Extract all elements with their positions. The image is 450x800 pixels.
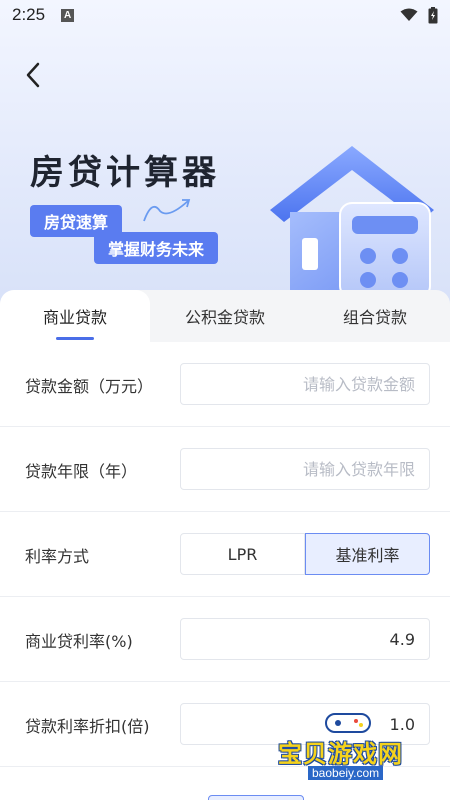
house-calculator-illustration	[270, 146, 434, 298]
rate-option-lpr[interactable]: LPR	[180, 533, 305, 575]
tab-housing-fund-loan[interactable]: 公积金贷款	[150, 290, 300, 342]
loan-type-tabs: 商业贷款 公积金贷款 组合贷款	[0, 290, 450, 342]
battery-icon	[428, 6, 438, 23]
rate-mode-row: 利率方式 LPR 基准利率	[0, 512, 450, 597]
loan-amount-row: 贷款金额（万元）	[0, 342, 450, 427]
tab-combined-loan[interactable]: 组合贷款	[300, 290, 450, 342]
rate-discount-label: 贷款利率折扣(倍)	[25, 716, 150, 736]
tab-label: 组合贷款	[342, 308, 407, 327]
rate-option-benchmark[interactable]: 基准利率	[305, 533, 430, 575]
rate-mode-selector: LPR 基准利率	[180, 533, 430, 575]
loan-amount-input[interactable]	[180, 363, 430, 405]
commercial-rate-label: 商业贷利率(%)	[25, 631, 133, 651]
tab-label: 商业贷款	[42, 308, 107, 327]
status-time: 2:25	[12, 5, 46, 24]
commercial-rate-row: 商业贷利率(%)	[0, 597, 450, 682]
gamepad-icon	[325, 713, 371, 733]
watermark: 宝贝游戏网 baobeiy.com	[278, 706, 448, 784]
header-banner: 2:25 A 房贷计算器 房贷速算 掌握财务未来	[0, 0, 450, 330]
back-button[interactable]	[18, 58, 48, 92]
rate-mode-label: 利率方式	[25, 546, 90, 566]
status-bar: 2:25 A	[0, 0, 450, 30]
chevron-left-icon	[26, 62, 40, 88]
watermark-url: baobeiy.com	[308, 766, 384, 780]
tab-commercial-loan[interactable]: 商业贷款	[0, 290, 150, 342]
wifi-icon	[400, 8, 418, 21]
notification-badge: A	[61, 8, 75, 22]
tag-finance-future: 掌握财务未来	[94, 232, 219, 264]
loan-amount-label: 贷款金额（万元）	[25, 376, 154, 396]
trend-arrow-icon	[143, 199, 191, 222]
watermark-text: 宝贝游戏网	[278, 740, 403, 768]
loan-years-label: 贷款年限（年）	[25, 461, 138, 481]
active-tab-indicator	[56, 337, 94, 340]
tab-label: 公积金贷款	[184, 308, 265, 327]
page-title: 房贷计算器	[30, 153, 220, 193]
loan-years-row: 贷款年限（年）	[0, 427, 450, 512]
commercial-rate-input[interactable]	[180, 618, 430, 660]
bottom-button-edge[interactable]	[208, 795, 304, 800]
loan-years-input[interactable]	[180, 448, 430, 490]
status-icons	[400, 6, 438, 24]
